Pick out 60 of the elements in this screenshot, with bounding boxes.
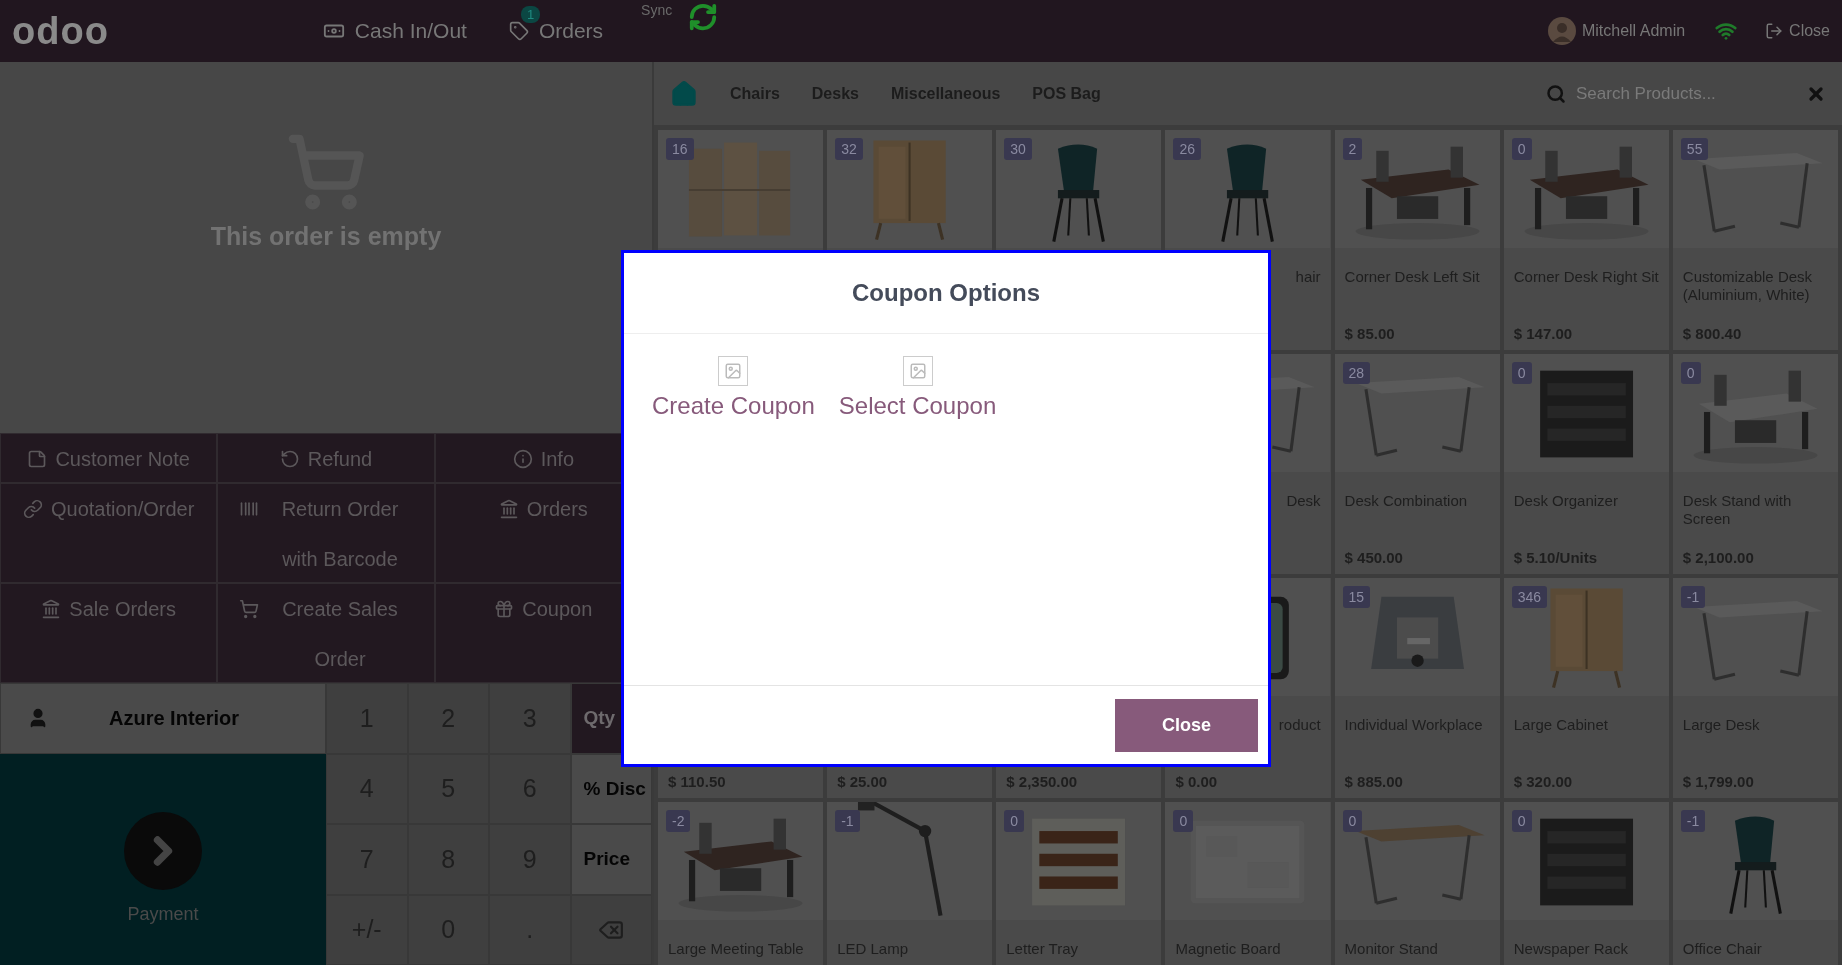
stock-badge: 16	[666, 138, 694, 160]
payment-button[interactable]: Payment	[0, 753, 326, 965]
mode-key[interactable]: Price	[570, 824, 652, 895]
link-icon	[22, 499, 43, 519]
control-button[interactable]: Refund	[217, 433, 435, 483]
control-button[interactable]: Quotation/Order	[0, 483, 218, 583]
user-name[interactable]: Mitchell Admin	[1581, 22, 1686, 40]
undo-icon	[279, 449, 300, 469]
stock-badge: 15	[1342, 586, 1371, 608]
stock-badge: 55	[1680, 138, 1709, 160]
home-icon[interactable]	[670, 79, 698, 108]
coupon-option[interactable]: Select Coupon	[838, 356, 997, 420]
count-badge: 1	[520, 6, 541, 23]
topbar-button[interactable]: 1 Orders	[504, 0, 608, 62]
stock-badge: 32	[835, 138, 863, 160]
stock-badge: 346	[1511, 586, 1548, 608]
numpad-key[interactable]: .	[489, 894, 571, 965]
topbar-button[interactable]: Cash In/Out	[318, 0, 471, 62]
cart-icon	[239, 599, 259, 619]
wifi-icon	[1715, 20, 1738, 42]
note-icon	[27, 449, 48, 469]
bank-icon	[498, 499, 519, 519]
stock-badge: 0	[1680, 362, 1701, 384]
stock-badge: -1	[1680, 586, 1706, 608]
barcode-icon	[239, 499, 259, 519]
avatar-icon	[1547, 17, 1576, 45]
stock-badge: -1	[1680, 810, 1706, 832]
control-button[interactable]: Create Sales Order	[217, 583, 435, 683]
stock-badge: 0	[1004, 810, 1025, 832]
stock-badge: 30	[1004, 138, 1032, 160]
coupon-option[interactable]: Create Coupon	[652, 356, 815, 420]
exit-icon	[1765, 22, 1784, 40]
control-button[interactable]: Sale Orders	[0, 583, 218, 683]
stock-badge: 0	[1342, 810, 1363, 832]
tag-icon	[508, 21, 529, 41]
customer-button[interactable]: Azure Interior	[0, 683, 326, 754]
close-button[interactable]: Close	[1115, 698, 1258, 752]
stock-badge: 0	[1173, 810, 1194, 832]
stock-badge: 26	[1173, 138, 1201, 160]
stock-badge: -1	[835, 810, 860, 832]
control-button[interactable]: Customer Note	[0, 433, 218, 483]
numpad-key[interactable]: +/-	[326, 894, 408, 965]
gift-icon	[494, 599, 515, 619]
backspace-key[interactable]	[570, 894, 652, 965]
info-icon	[512, 449, 533, 469]
stock-badge: 0	[1511, 810, 1532, 832]
control-button[interactable]: Return Order with Barcode	[217, 483, 435, 583]
stock-badge: -2	[666, 810, 691, 832]
sync-label: Sync	[641, 2, 673, 18]
image-icon	[902, 356, 933, 386]
image-icon	[718, 356, 749, 386]
stock-badge: 0	[1511, 138, 1532, 160]
stock-badge: 2	[1342, 138, 1363, 160]
sync-icon[interactable]	[688, 2, 719, 32]
stock-badge: 28	[1342, 362, 1371, 384]
stock-badge: 0	[1511, 362, 1532, 384]
logo: odoo	[12, 9, 109, 53]
close-button[interactable]: Close	[1765, 22, 1830, 40]
search-icon	[1546, 83, 1566, 104]
bank-icon	[41, 599, 62, 619]
